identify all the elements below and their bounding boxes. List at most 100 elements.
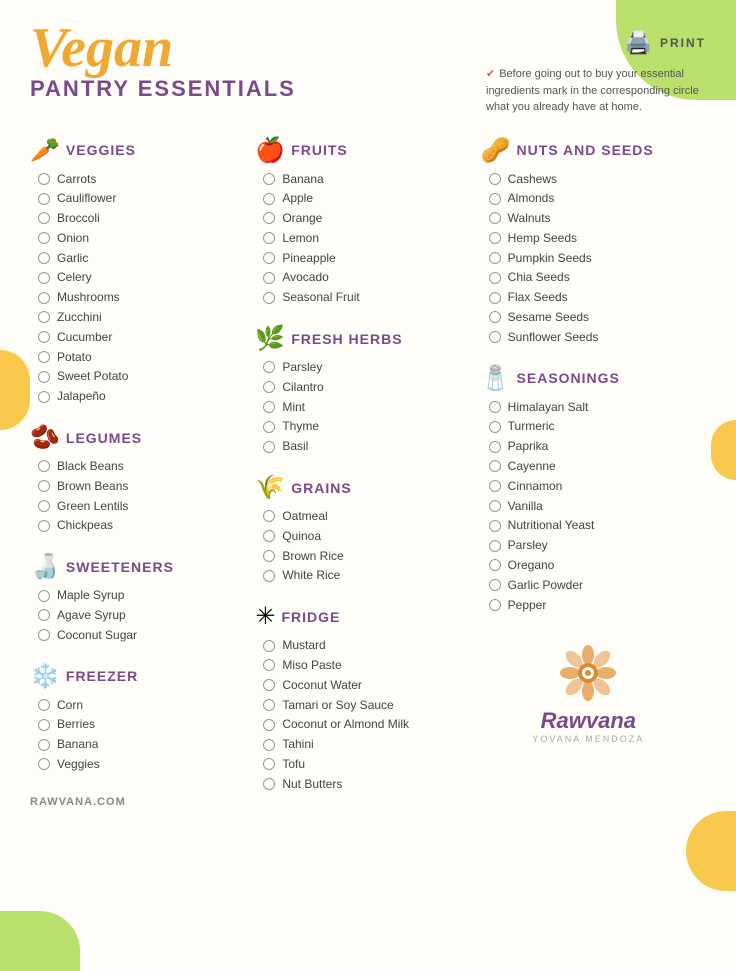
checkbox-circle[interactable] bbox=[38, 590, 50, 602]
checkbox-circle[interactable] bbox=[38, 719, 50, 731]
checkbox-circle[interactable] bbox=[38, 500, 50, 512]
list-item: Cilantro bbox=[263, 379, 470, 396]
checkbox-circle[interactable] bbox=[263, 699, 275, 711]
list-item: Mint bbox=[263, 399, 470, 416]
checkbox-circle[interactable] bbox=[38, 292, 50, 304]
checkbox-circle[interactable] bbox=[38, 351, 50, 363]
checkbox-circle[interactable] bbox=[489, 559, 501, 571]
checkbox-circle[interactable] bbox=[489, 421, 501, 433]
checkbox-circle[interactable] bbox=[38, 629, 50, 641]
checkbox-circle[interactable] bbox=[38, 232, 50, 244]
checkbox-circle[interactable] bbox=[263, 659, 275, 671]
checkbox-circle[interactable] bbox=[38, 520, 50, 532]
checkbox-circle[interactable] bbox=[263, 778, 275, 790]
checkbox-circle[interactable] bbox=[38, 311, 50, 323]
checkbox-circle[interactable] bbox=[489, 331, 501, 343]
checkbox-circle[interactable] bbox=[38, 331, 50, 343]
section-herbs-header: 🌿 FRESH HERBS bbox=[255, 324, 470, 353]
checkbox-circle[interactable] bbox=[263, 679, 275, 691]
nuts-icon: 🥜 bbox=[481, 136, 511, 165]
checkbox-circle[interactable] bbox=[263, 361, 275, 373]
list-item: Banana bbox=[38, 736, 245, 753]
list-item: Pumpkin Seeds bbox=[489, 250, 696, 267]
nuts-title: NUTS AND SEEDS bbox=[517, 142, 654, 158]
sweeteners-list: Maple Syrup Agave Syrup Coconut Sugar bbox=[30, 587, 245, 643]
checkbox-circle[interactable] bbox=[489, 173, 501, 185]
checkbox-circle[interactable] bbox=[489, 500, 501, 512]
list-item: Cashews bbox=[489, 171, 696, 188]
checkbox-circle[interactable] bbox=[263, 272, 275, 284]
checkbox-circle[interactable] bbox=[38, 212, 50, 224]
checkbox-circle[interactable] bbox=[38, 758, 50, 770]
list-item: Paprika bbox=[489, 438, 696, 455]
checkbox-circle[interactable] bbox=[38, 391, 50, 403]
checkbox-circle[interactable] bbox=[38, 252, 50, 264]
checkbox-circle[interactable] bbox=[263, 570, 275, 582]
checkbox-circle[interactable] bbox=[38, 371, 50, 383]
checkbox-circle[interactable] bbox=[38, 272, 50, 284]
checkbox-circle[interactable] bbox=[263, 252, 275, 264]
fruits-icon: 🍎 bbox=[255, 136, 285, 165]
section-grains: 🌾 GRAINS Oatmeal Quinoa Brown Rice White… bbox=[255, 473, 470, 584]
checkbox-circle[interactable] bbox=[38, 460, 50, 472]
section-freezer: ❄️ FREEZER Corn Berries Banana Veggies bbox=[30, 662, 245, 773]
checkbox-circle[interactable] bbox=[263, 719, 275, 731]
checkbox-circle[interactable] bbox=[263, 421, 275, 433]
print-area[interactable]: 🖨️ PRINT bbox=[625, 30, 706, 56]
checkbox-circle[interactable] bbox=[263, 193, 275, 205]
checkbox-circle[interactable] bbox=[489, 460, 501, 472]
checkbox-circle[interactable] bbox=[38, 173, 50, 185]
section-legumes-header: 🫘 LEGUMES bbox=[30, 423, 245, 452]
herbs-icon: 🌿 bbox=[255, 324, 285, 353]
checkbox-circle[interactable] bbox=[263, 401, 275, 413]
checkbox-circle[interactable] bbox=[263, 292, 275, 304]
checkbox-circle[interactable] bbox=[38, 193, 50, 205]
checkbox-circle[interactable] bbox=[489, 480, 501, 492]
section-veggies: 🥕 VEGGIES Carrots Cauliflower Broccoli O… bbox=[30, 136, 245, 406]
checkbox-circle[interactable] bbox=[489, 520, 501, 532]
checkbox-circle[interactable] bbox=[489, 311, 501, 323]
checkbox-circle[interactable] bbox=[38, 739, 50, 751]
list-item: Himalayan Salt bbox=[489, 399, 696, 416]
checkbox-circle[interactable] bbox=[489, 401, 501, 413]
list-item: Coconut Sugar bbox=[38, 627, 245, 644]
list-item: Apple bbox=[263, 190, 470, 207]
checkbox-circle[interactable] bbox=[489, 441, 501, 453]
checkbox-circle[interactable] bbox=[263, 758, 275, 770]
checkbox-circle[interactable] bbox=[489, 252, 501, 264]
checkbox-circle[interactable] bbox=[489, 292, 501, 304]
fridge-list: Mustard Miso Paste Coconut Water Tamari … bbox=[255, 637, 470, 792]
website-url: RAWVANA.COM bbox=[30, 796, 126, 808]
title-pantry: PANTRY ESSENTIALS bbox=[30, 76, 296, 102]
checkbox-circle[interactable] bbox=[263, 550, 275, 562]
checkbox-circle[interactable] bbox=[263, 173, 275, 185]
section-fresh-herbs: 🌿 FRESH HERBS Parsley Cilantro Mint Thym… bbox=[255, 324, 470, 455]
checkbox-circle[interactable] bbox=[263, 381, 275, 393]
checkbox-circle[interactable] bbox=[263, 212, 275, 224]
list-item: Tofu bbox=[263, 756, 470, 773]
checkbox-circle[interactable] bbox=[489, 540, 501, 552]
logo-sub: YOVANA MENDOZA bbox=[481, 734, 696, 744]
checkbox-circle[interactable] bbox=[38, 480, 50, 492]
checkbox-circle[interactable] bbox=[263, 441, 275, 453]
checkbox-circle[interactable] bbox=[489, 579, 501, 591]
fruits-list: Banana Apple Orange Lemon Pineapple Avoc… bbox=[255, 171, 470, 307]
list-item: Veggies bbox=[38, 756, 245, 773]
checkbox-circle[interactable] bbox=[38, 699, 50, 711]
veggies-icon: 🥕 bbox=[30, 136, 60, 165]
checkbox-circle[interactable] bbox=[263, 640, 275, 652]
logo-name: Rawvana bbox=[481, 708, 696, 734]
checkbox-circle[interactable] bbox=[489, 272, 501, 284]
checkbox-circle[interactable] bbox=[263, 530, 275, 542]
checkbox-circle[interactable] bbox=[263, 739, 275, 751]
checkbox-circle[interactable] bbox=[489, 193, 501, 205]
checkbox-circle[interactable] bbox=[489, 599, 501, 611]
veggies-title: VEGGIES bbox=[66, 142, 136, 158]
checkbox-circle[interactable] bbox=[263, 510, 275, 522]
checkbox-circle[interactable] bbox=[489, 212, 501, 224]
checkbox-circle[interactable] bbox=[263, 232, 275, 244]
section-fruits-header: 🍎 FRUITS bbox=[255, 136, 470, 165]
checkbox-circle[interactable] bbox=[38, 609, 50, 621]
deco-blob-bottom-left bbox=[0, 911, 80, 971]
checkbox-circle[interactable] bbox=[489, 232, 501, 244]
